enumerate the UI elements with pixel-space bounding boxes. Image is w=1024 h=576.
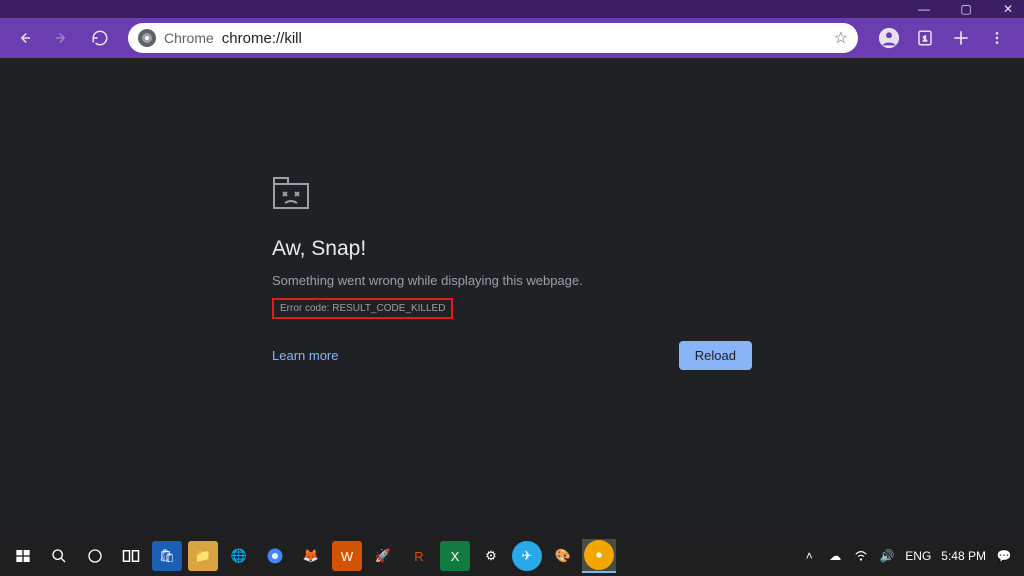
error-title: Aw, Snap! <box>272 237 752 261</box>
browser-toolbar: Chrome chrome://kill ☆ 1 <box>0 18 1024 58</box>
word-icon: W <box>332 541 362 571</box>
reload-icon <box>91 29 109 47</box>
search-icon <box>51 548 67 564</box>
firefox-icon: 🦊 <box>296 541 326 571</box>
taskbar-app-store[interactable]: 🛍 <box>150 539 184 573</box>
tray-chevron-icon[interactable]: ˄ <box>801 548 817 564</box>
chrome-icon <box>260 541 290 571</box>
windows-taskbar: 🛍 📁 🌐 🦊 W 🚀 R X ⚙ ✈ 🎨 ˄ ☁ 🔊 ENG 5:48 PM … <box>0 536 1024 576</box>
reload-nav-button[interactable] <box>84 22 116 54</box>
page-content: Aw, Snap! Something went wrong while dis… <box>0 58 1024 536</box>
taskbar-app-rocket[interactable]: 🚀 <box>366 539 400 573</box>
excel-icon: X <box>440 541 470 571</box>
taskbar-app-chrome[interactable] <box>258 539 292 573</box>
tray-clock[interactable]: 5:48 PM <box>941 549 986 563</box>
cortana-icon <box>87 548 103 564</box>
new-tab-plus-icon[interactable] <box>948 25 974 51</box>
browser-menu-icon[interactable] <box>984 25 1010 51</box>
window-close-button[interactable]: ✕ <box>996 0 1020 18</box>
chrome-active-icon <box>584 540 614 570</box>
tray-notifications-icon[interactable]: 💬 <box>996 548 1012 564</box>
window-titlebar: — ▢ ✕ <box>0 0 1024 18</box>
taskbar-app-edge[interactable]: 🌐 <box>222 539 256 573</box>
window-maximize-button[interactable]: ▢ <box>954 0 978 18</box>
taskbar-left: 🛍 📁 🌐 🦊 W 🚀 R X ⚙ ✈ 🎨 <box>6 539 616 573</box>
telegram-icon: ✈ <box>512 541 542 571</box>
error-code-highlight: Error code: RESULT_CODE_KILLED <box>272 298 453 319</box>
taskbar-app-chrome-active[interactable] <box>582 539 616 573</box>
taskbar-app-settings[interactable]: ⚙ <box>474 539 508 573</box>
cortana-button[interactable] <box>78 539 112 573</box>
reload-button[interactable]: Reload <box>679 341 752 370</box>
search-button[interactable] <box>42 539 76 573</box>
edge-icon: 🌐 <box>224 541 254 571</box>
toolbar-right-icons: 1 <box>870 25 1016 51</box>
gear-icon: ⚙ <box>476 541 506 571</box>
rocket-icon: 🚀 <box>368 541 398 571</box>
taskbar-app-excel[interactable]: X <box>438 539 472 573</box>
error-action-row: Learn more Reload <box>272 341 752 370</box>
sad-file-icon <box>272 176 752 217</box>
task-view-button[interactable] <box>114 539 148 573</box>
taskbar-app-firefox[interactable]: 🦊 <box>294 539 328 573</box>
taskbar-app-paint[interactable]: 🎨 <box>546 539 580 573</box>
forward-button[interactable] <box>46 22 78 54</box>
folder-icon: 📁 <box>188 541 218 571</box>
chrome-logo-icon <box>138 29 156 47</box>
task-view-icon <box>122 549 140 563</box>
start-button[interactable] <box>6 539 40 573</box>
back-button[interactable] <box>8 22 40 54</box>
omnibox-url: chrome://kill <box>222 30 826 47</box>
arrow-left-icon <box>15 29 33 47</box>
omnibox[interactable]: Chrome chrome://kill ☆ <box>128 23 858 53</box>
r-icon: R <box>404 541 434 571</box>
error-message: Something went wrong while displaying th… <box>272 273 752 288</box>
windows-logo-icon <box>15 548 31 564</box>
store-icon: 🛍 <box>152 541 182 571</box>
reading-list-icon[interactable]: 1 <box>912 25 938 51</box>
tray-cloud-icon[interactable]: ☁ <box>827 548 843 564</box>
tray-wifi-icon[interactable] <box>853 548 869 564</box>
taskbar-app-explorer[interactable]: 📁 <box>186 539 220 573</box>
window-minimize-button[interactable]: — <box>912 0 936 18</box>
learn-more-link[interactable]: Learn more <box>272 348 338 363</box>
svg-text:1: 1 <box>923 34 927 43</box>
omnibox-chrome-label: Chrome <box>164 30 214 46</box>
taskbar-app-word[interactable]: W <box>330 539 364 573</box>
error-code: Error code: RESULT_CODE_KILLED <box>280 303 445 314</box>
palette-icon: 🎨 <box>548 541 578 571</box>
tray-language[interactable]: ENG <box>905 549 931 563</box>
system-tray: ˄ ☁ 🔊 ENG 5:48 PM 💬 <box>801 548 1018 564</box>
profile-icon[interactable] <box>876 25 902 51</box>
taskbar-app-telegram[interactable]: ✈ <box>510 539 544 573</box>
arrow-right-icon <box>53 29 71 47</box>
bookmark-star-icon[interactable]: ☆ <box>834 28 848 48</box>
taskbar-app-r[interactable]: R <box>402 539 436 573</box>
error-block: Aw, Snap! Something went wrong while dis… <box>272 176 752 370</box>
tray-volume-icon[interactable]: 🔊 <box>879 548 895 564</box>
